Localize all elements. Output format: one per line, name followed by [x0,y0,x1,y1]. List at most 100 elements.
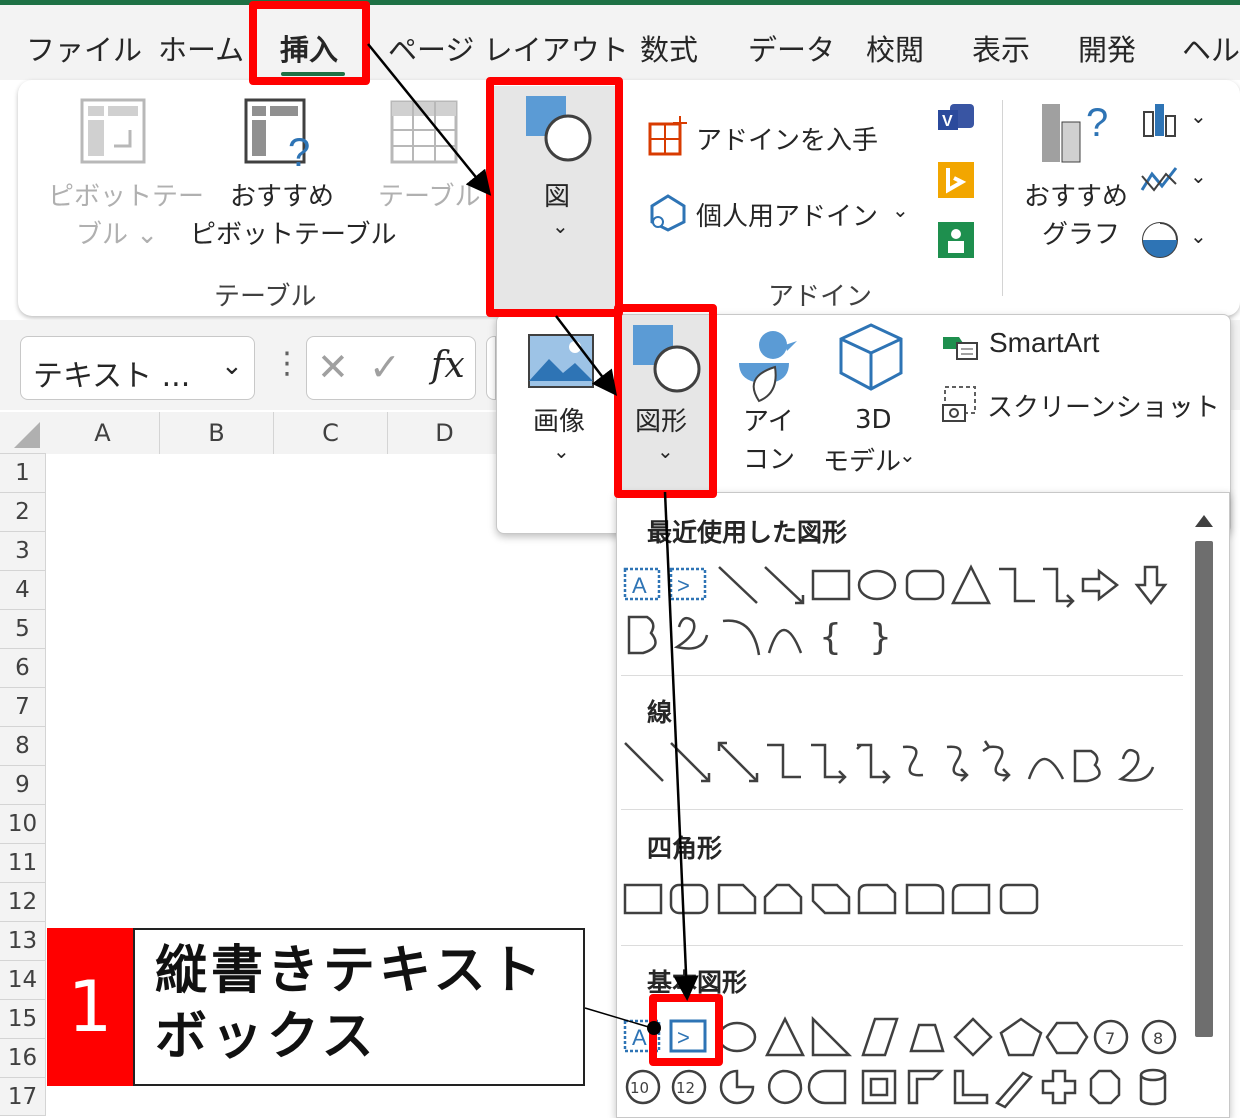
tab-page-layout[interactable]: ページ レイアウト [388,27,629,69]
row-header[interactable]: 14 [0,961,46,1000]
recommended-chart-label-2: グラフ [1042,220,1121,250]
column-header-b[interactable]: B [160,412,274,454]
tab-developer[interactable]: 開発 [1078,27,1136,69]
lines-shapes-row[interactable] [623,739,1183,789]
row-header[interactable]: 10 [0,805,46,844]
scroll-up-icon[interactable] [1193,511,1215,531]
image-chevron-icon: ⌄ [553,439,570,463]
highlight-insert-tab [249,1,370,85]
smartart-icon [943,337,978,360]
section-divider [621,809,1183,810]
row-header[interactable]: 2 [0,493,46,532]
3d-model-icon [839,323,903,391]
column-chart-icon[interactable] [1140,102,1180,138]
formula-input[interactable] [486,336,496,400]
formula-buttons: ✕ ✓ fx [306,336,476,400]
recommended-pivot-icon[interactable]: ? [244,98,316,170]
pie-chart-chevron-icon[interactable]: ⌄ [1190,224,1207,248]
column-header-a[interactable]: A [46,412,160,454]
row-header[interactable]: 12 [0,883,46,922]
step-callout: 縦書きテキスト ボックス [133,928,585,1086]
recommended-pivot-label-2: ピボットテーブル [190,220,397,250]
row-header[interactable]: 16 [0,1039,46,1078]
get-addins-button[interactable]: アドインを入手 [696,120,878,157]
people-graph-icon[interactable] [936,220,976,260]
row-header[interactable]: 5 [0,610,46,649]
svg-text:{: { [819,617,842,658]
step-number-badge: 1 [47,928,133,1086]
visio-addin-icon[interactable]: V [936,100,976,136]
pie-chart-icon[interactable] [1140,220,1180,260]
recommended-pivot-label: おすすめ [230,182,335,212]
callout-line-1: 縦書きテキスト [155,941,546,1001]
pivot-table-label: ピボットテー [48,182,205,212]
svg-text:?: ? [1086,101,1108,145]
insert-function-icon[interactable]: fx [431,345,465,386]
tab-help[interactable]: ヘルプ [1182,27,1240,69]
heptagon-number: 7 [1105,1029,1115,1048]
personal-addins-button[interactable]: 個人用アドイン [696,196,878,233]
row-header[interactable]: 4 [0,571,46,610]
screenshot-chevron-icon[interactable]: ⌄ [1173,389,1190,413]
tab-data[interactable]: データ [748,27,835,69]
smartart-button[interactable]: SmartArt [989,327,1099,359]
rectangle-shapes-row[interactable] [623,881,1183,921]
row-header[interactable]: 7 [0,688,46,727]
icons-button-label-2: コン [743,445,796,475]
group-label-table: テーブル [214,282,317,312]
group-label-addins: アドイン [768,282,873,312]
row-header[interactable]: 17 [0,1078,46,1116]
line-chart-icon[interactable] [1140,162,1180,198]
row-header[interactable]: 1 [0,454,46,493]
section-divider [621,675,1183,676]
highlight-vertical-textbox [649,994,723,1066]
select-all-icon[interactable] [10,420,42,450]
line-chart-chevron-icon[interactable]: ⌄ [1190,164,1207,188]
tab-review[interactable]: 校閲 [866,27,924,69]
icons-button[interactable]: アイ [743,401,794,438]
row-header[interactable]: 6 [0,649,46,688]
svg-text:?: ? [288,131,310,170]
tab-formulas[interactable]: 数式 [640,27,698,69]
column-header-c[interactable]: C [274,412,388,454]
row-header[interactable]: 11 [0,844,46,883]
cancel-icon[interactable]: ✕ [317,345,349,389]
svg-text:A: A [632,1025,647,1050]
svg-text:V: V [942,113,953,130]
decagon-number: 10 [630,1079,649,1097]
section-lines: 線 [647,698,673,727]
tab-file[interactable]: ファイル [26,27,142,69]
image-button[interactable]: 画像 [533,401,585,438]
name-box-chevron-icon[interactable]: ⌄ [221,351,243,381]
row-header[interactable]: 3 [0,532,46,571]
more-options-icon[interactable]: ⋮ [272,346,302,381]
recent-shapes-row[interactable]: A > { } [623,563,1183,663]
confirm-icon[interactable]: ✓ [369,345,401,389]
row-header[interactable]: 9 [0,766,46,805]
pivot-table-label-2: ブル ⌄ [76,220,159,250]
3d-model-button[interactable]: 3D [855,405,892,435]
recommended-chart-icon[interactable]: ? [1038,96,1112,166]
highlight-figure-button [486,77,623,317]
row-header[interactable]: 15 [0,1000,46,1039]
svg-text:A: A [632,573,647,598]
bing-map-icon[interactable] [936,160,976,200]
row-header[interactable]: 8 [0,727,46,766]
scroll-thumb[interactable] [1195,541,1213,1037]
name-box-value: テキスト ... [33,359,191,394]
ribbon-tab-bar: ファイル ホーム 挿入 ページ レイアウト 数式 データ 校閲 表示 開発 ヘル… [0,0,1240,80]
tab-view[interactable]: 表示 [972,27,1030,69]
shapes-gallery-scrollbar[interactable] [1193,511,1215,1117]
section-rectangles: 四角形 [647,834,723,863]
column-chart-chevron-icon[interactable]: ⌄ [1190,104,1207,128]
row-header[interactable]: 13 [0,922,46,961]
personal-addins-chevron-icon[interactable]: ⌄ [892,198,909,222]
name-box[interactable]: テキスト ... ⌄ [20,336,255,400]
octagon-number: 8 [1153,1029,1163,1048]
tab-home[interactable]: ホーム [158,27,244,69]
column-header-d[interactable]: D [388,412,502,454]
3d-model-label-2: モデル [823,447,902,477]
table-icon [390,100,458,164]
3d-model-chevron-icon[interactable]: ⌄ [899,443,916,467]
svg-text:}: } [869,617,892,658]
